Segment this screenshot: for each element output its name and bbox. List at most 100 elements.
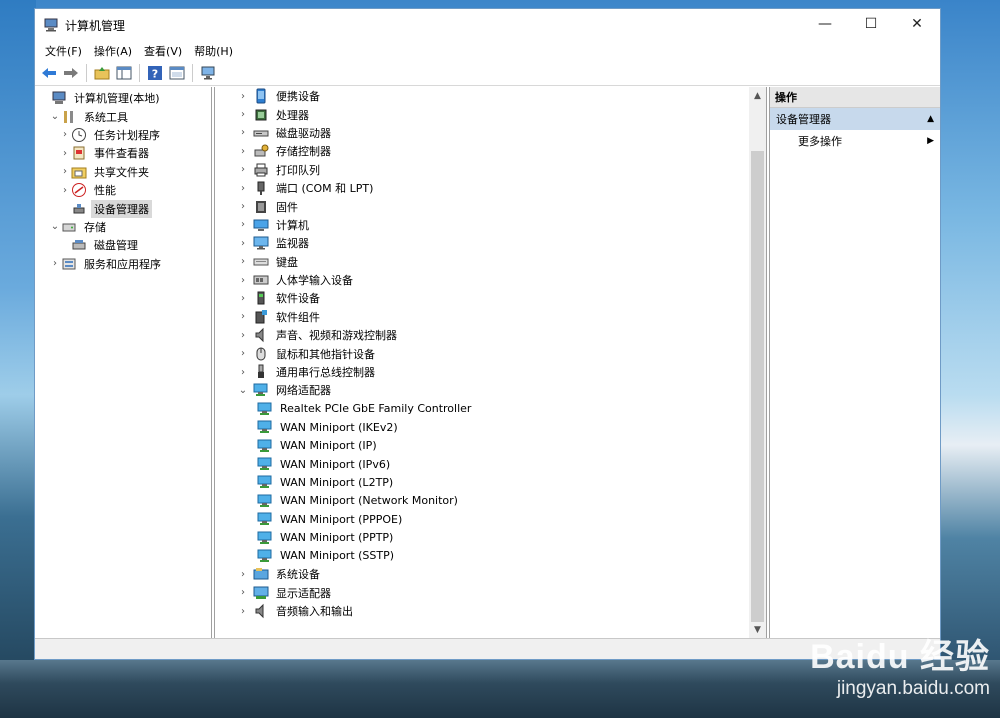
device-category[interactable]: › 固件 — [215, 197, 766, 215]
collapsed-chevron-icon[interactable]: › — [237, 348, 249, 360]
collapsed-chevron-icon[interactable]: › — [59, 184, 71, 196]
collapsed-chevron-icon[interactable]: › — [237, 274, 249, 286]
actions-section-device-manager[interactable]: 设备管理器 ▲ — [770, 108, 940, 130]
nav-tree-item[interactable]: 计算机管理(本地) — [35, 89, 211, 107]
collapsed-chevron-icon[interactable]: › — [59, 166, 71, 178]
device-category[interactable]: › 键盘 — [215, 253, 766, 271]
device-item[interactable]: WAN Miniport (IP) — [215, 436, 766, 454]
menu-file[interactable]: 文件(F) — [39, 43, 88, 59]
keyboard-icon — [253, 254, 269, 270]
menu-action[interactable]: 操作(A) — [88, 43, 138, 59]
firmware-icon — [253, 199, 269, 215]
collapsed-chevron-icon[interactable]: › — [237, 109, 249, 121]
show-hide-tree-icon[interactable] — [114, 63, 134, 83]
device-category[interactable]: › 打印队列 — [215, 161, 766, 179]
nav-tree-item[interactable]: › 服务和应用程序 — [35, 255, 211, 273]
nav-tree-item[interactable]: ⌄ 系统工具 — [35, 107, 211, 125]
device-item[interactable]: WAN Miniport (SSTP) — [215, 547, 766, 565]
minimize-button[interactable]: — — [802, 9, 848, 39]
maximize-button[interactable]: ☐ — [848, 9, 894, 39]
collapsed-chevron-icon[interactable]: › — [237, 568, 249, 580]
display-adapter-icon — [253, 585, 269, 601]
up-folder-icon[interactable] — [92, 63, 112, 83]
device-item[interactable]: WAN Miniport (L2TP) — [215, 473, 766, 491]
collapsed-chevron-icon[interactable]: › — [237, 587, 249, 599]
title-bar[interactable]: 计算机管理 — ☐ ✕ — [35, 9, 940, 41]
device-category[interactable]: › 计算机 — [215, 216, 766, 234]
collapsed-chevron-icon[interactable]: › — [237, 164, 249, 176]
expanded-chevron-icon[interactable]: ⌄ — [49, 221, 61, 233]
shared-folder-icon — [71, 164, 87, 180]
monitor-icon[interactable] — [198, 63, 218, 83]
collapsed-chevron-icon[interactable]: › — [237, 329, 249, 341]
collapsed-chevron-icon[interactable]: › — [237, 605, 249, 617]
collapsed-chevron-icon[interactable]: › — [59, 147, 71, 159]
device-category[interactable]: › 音频输入和输出 — [215, 602, 766, 620]
nav-tree-item[interactable]: › 性能 — [35, 181, 211, 199]
device-category[interactable]: › 软件组件 — [215, 308, 766, 326]
device-category[interactable]: › 系统设备 — [215, 565, 766, 583]
device-item[interactable]: WAN Miniport (PPPOE) — [215, 510, 766, 528]
collapsed-chevron-icon[interactable]: › — [237, 292, 249, 304]
system-device-icon — [253, 566, 269, 582]
device-category[interactable]: ⌄ 网络适配器 — [215, 381, 766, 399]
nav-tree-item[interactable]: › 共享文件夹 — [35, 163, 211, 181]
vertical-scrollbar[interactable]: ▲ ▼ — [749, 87, 766, 638]
properties-icon[interactable] — [167, 63, 187, 83]
collapsed-chevron-icon[interactable]: › — [59, 129, 71, 141]
device-category[interactable]: › 磁盘驱动器 — [215, 124, 766, 142]
help-icon[interactable]: ? — [145, 63, 165, 83]
back-arrow-icon[interactable] — [39, 63, 59, 83]
device-category-label: 声音、视频和游戏控制器 — [276, 329, 397, 343]
expanded-chevron-icon[interactable]: ⌄ — [49, 111, 61, 123]
device-category[interactable]: › 便携设备 — [215, 87, 766, 105]
device-category[interactable]: › 声音、视频和游戏控制器 — [215, 326, 766, 344]
collapsed-chevron-icon[interactable]: › — [237, 182, 249, 194]
scroll-thumb[interactable] — [751, 151, 764, 622]
collapsed-chevron-icon[interactable]: › — [49, 258, 61, 270]
device-item[interactable]: Realtek PCIe GbE Family Controller — [215, 400, 766, 418]
device-category[interactable]: › 存储控制器 — [215, 142, 766, 160]
nav-tree-item[interactable]: › 事件查看器 — [35, 144, 211, 162]
device-tree: › 便携设备 › 处理器 › 磁盘驱动器 › 存储控制器 › 打印队列 › 端口 (COM 和 LPT… — [215, 87, 766, 620]
nav-tree-item-label: 磁盘管理 — [94, 239, 138, 253]
collapsed-chevron-icon[interactable]: › — [237, 237, 249, 249]
expanded-chevron-icon[interactable]: ⌄ — [237, 384, 249, 396]
device-category[interactable]: › 显示适配器 — [215, 584, 766, 602]
collapsed-chevron-icon[interactable]: › — [237, 127, 249, 139]
nav-tree-item[interactable]: 磁盘管理 — [35, 236, 211, 254]
device-item[interactable]: WAN Miniport (PPTP) — [215, 528, 766, 546]
storage-icon — [61, 219, 77, 235]
collapsed-chevron-icon[interactable]: › — [237, 256, 249, 268]
nav-tree-item[interactable]: 设备管理器 — [35, 199, 211, 218]
device-category[interactable]: › 软件设备 — [215, 289, 766, 307]
collapsed-chevron-icon[interactable]: › — [237, 366, 249, 378]
close-button[interactable]: ✕ — [894, 9, 940, 39]
collapsed-chevron-icon[interactable]: › — [237, 311, 249, 323]
device-item[interactable]: WAN Miniport (IPv6) — [215, 455, 766, 473]
device-item[interactable]: WAN Miniport (Network Monitor) — [215, 492, 766, 510]
device-list-pane: › 便携设备 › 处理器 › 磁盘驱动器 › 存储控制器 › 打印队列 › 端口 (COM 和 LPT… — [214, 87, 767, 639]
nav-tree-item[interactable]: ⌄ 存储 — [35, 218, 211, 236]
device-item[interactable]: WAN Miniport (IKEv2) — [215, 418, 766, 436]
device-category[interactable]: › 鼠标和其他指针设备 — [215, 344, 766, 362]
device-category[interactable]: › 人体学输入设备 — [215, 271, 766, 289]
scroll-up-button[interactable]: ▲ — [749, 87, 766, 104]
collapsed-chevron-icon[interactable]: › — [237, 90, 249, 102]
more-actions-item[interactable]: 更多操作 ▶ — [770, 130, 940, 152]
device-category[interactable]: › 端口 (COM 和 LPT) — [215, 179, 766, 197]
collapse-triangle-icon[interactable]: ▲ — [927, 114, 934, 124]
scroll-down-button[interactable]: ▼ — [749, 621, 766, 638]
device-item-label: WAN Miniport (PPTP) — [280, 531, 394, 545]
device-category[interactable]: › 通用串行总线控制器 — [215, 363, 766, 381]
forward-arrow-icon[interactable] — [61, 63, 81, 83]
device-category[interactable]: › 处理器 — [215, 105, 766, 123]
collapsed-chevron-icon[interactable]: › — [237, 219, 249, 231]
collapsed-chevron-icon[interactable]: › — [237, 201, 249, 213]
menu-help[interactable]: 帮助(H) — [188, 43, 239, 59]
menu-view[interactable]: 查看(V) — [138, 43, 188, 59]
device-category[interactable]: › 监视器 — [215, 234, 766, 252]
nav-tree-item[interactable]: › 任务计划程序 — [35, 126, 211, 144]
collapsed-chevron-icon[interactable]: › — [237, 145, 249, 157]
